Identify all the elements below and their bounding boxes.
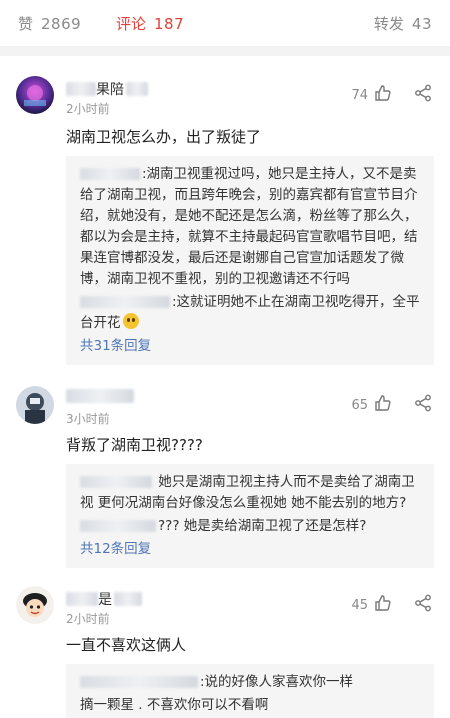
- comment-actions: 45: [351, 594, 432, 616]
- comment-time: 2小时前: [66, 102, 110, 116]
- comment-text: 一直不喜欢这俩人: [66, 636, 187, 654]
- reply-item: :湖南卫视重视过吗，她只是主持人，又不是卖给了湖南卫视，而且跨年晚会，别的嘉宾都…: [80, 164, 422, 290]
- reply-text: :说的好像人家喜欢你一样: [200, 674, 354, 690]
- comment-text: 湖南卫视怎么办，出了叛徒了: [66, 128, 262, 146]
- tab-shares-count: 43: [411, 14, 432, 33]
- thumbs-up-icon[interactable]: [374, 594, 392, 616]
- reply-item: 她只是湖南卫视主持人而不是卖给了湖南卫视 更何况湖南台好像没怎么重视她 她不能去…: [80, 472, 422, 514]
- tab-comments-count: 187: [154, 14, 185, 33]
- like-count: 74: [351, 87, 368, 103]
- tab-comments-label: 评论: [116, 14, 147, 33]
- tab-shares-label: 转发: [373, 14, 404, 33]
- avatar[interactable]: [16, 386, 54, 424]
- share-icon[interactable]: [414, 594, 432, 616]
- reply-text: ??? 她是卖给湖南卫视了还是怎样?: [158, 518, 367, 534]
- like-count: 45: [351, 597, 368, 613]
- reply-item: ??? 她是卖给湖南卫视了还是怎样?: [80, 516, 422, 537]
- avatar[interactable]: [16, 76, 54, 114]
- comment-actions: 74: [351, 84, 432, 106]
- comment-actions: 65: [351, 394, 432, 416]
- like-count: 65: [351, 397, 368, 413]
- share-icon[interactable]: [414, 84, 432, 106]
- avatar[interactable]: [16, 586, 54, 624]
- reply-box[interactable]: 她只是湖南卫视主持人而不是卖给了湖南卫视 更何况湖南台好像没怎么重视她 她不能去…: [66, 464, 434, 568]
- tab-likes[interactable]: 赞 2869: [18, 13, 81, 34]
- comment-text: 背叛了湖南卫视????: [66, 436, 203, 454]
- thumbs-up-icon[interactable]: [374, 394, 392, 416]
- reply-box[interactable]: :湖南卫视重视过吗，她只是主持人，又不是卖给了湖南卫视，而且跨年晚会，别的嘉宾都…: [66, 156, 434, 365]
- username[interactable]: 果陪: [66, 79, 148, 99]
- thumbs-up-icon[interactable]: [374, 84, 392, 106]
- comment-item: 3小时前 65 背叛了湖南卫视???? 她只是湖南卫视主持人而不是卖给了湖南卫视…: [0, 372, 450, 568]
- reply-text: 摘一颗星 . 不喜欢你可以不看啊: [80, 697, 269, 713]
- laughing-emoji-icon: [122, 313, 139, 329]
- username[interactable]: 是: [66, 589, 142, 609]
- username-text: 果陪: [96, 82, 124, 98]
- comment-item: 是 2小时前 45 一直不喜欢这俩人 :说的好像人家喜欢你一样 摘一颗星 . 不…: [0, 570, 450, 718]
- section-divider: [0, 46, 450, 56]
- reply-item: :说的好像人家喜欢你一样: [80, 672, 422, 693]
- tab-likes-label: 赞: [18, 14, 34, 33]
- reply-item: :这就证明她不止在湖南卫视吃得开，全平台开花: [80, 292, 422, 334]
- view-more-replies-link[interactable]: 共31条回复: [80, 336, 422, 357]
- comment-tabs: 赞 2869 评论 187 转发 43: [0, 0, 450, 47]
- comment-time: 3小时前: [66, 412, 110, 426]
- tab-likes-count: 2869: [41, 14, 82, 33]
- view-more-replies-link[interactable]: 共12条回复: [80, 539, 422, 560]
- tab-shares[interactable]: 转发 43: [374, 13, 432, 34]
- reply-box[interactable]: :说的好像人家喜欢你一样 摘一颗星 . 不喜欢你可以不看啊: [66, 664, 434, 718]
- reply-text: :湖南卫视重视过吗，她只是主持人，又不是卖给了湖南卫视，而且跨年晚会，别的嘉宾都…: [80, 166, 418, 287]
- comment-item: 果陪 2小时前 74 湖南卫视怎么办，出了叛徒了 :湖南卫视重视过吗，她只是主持…: [0, 56, 450, 365]
- comment-time: 2小时前: [66, 612, 110, 626]
- username[interactable]: [66, 389, 134, 403]
- username-text: 是: [98, 592, 112, 608]
- share-icon[interactable]: [414, 394, 432, 416]
- tab-comments[interactable]: 评论 187: [116, 13, 184, 34]
- reply-item: 摘一颗星 . 不喜欢你可以不看啊: [80, 695, 422, 716]
